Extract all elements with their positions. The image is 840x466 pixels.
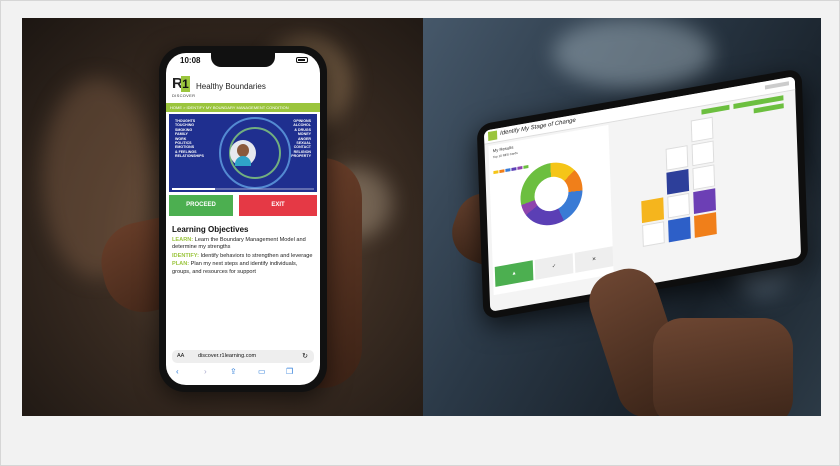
status-time: 10:08 <box>180 56 201 65</box>
results-panel: My Results Top 10 RES Cards ▲ ✓ ✕ <box>488 124 614 296</box>
panel-button-primary[interactable]: ▲ <box>494 260 534 287</box>
bokeh-window <box>553 18 713 88</box>
video-words-right: OPINIONS ALCOHOL & DRUGS MONEY ANGER SEX… <box>291 119 311 159</box>
tabs-icon[interactable]: ❐ <box>286 367 293 376</box>
app-header: R1 DISCOVER Healthy Boundaries <box>166 73 320 103</box>
phone-screen: 10:08 R1 DISCOVER Healthy Boundaries HOM… <box>166 53 320 385</box>
right-hand <box>653 318 793 416</box>
card[interactable] <box>641 197 664 224</box>
text-size-button[interactable]: AA <box>177 353 184 359</box>
url-text: discover.r1learning.com <box>198 353 257 359</box>
check-button[interactable]: ✓ <box>534 253 574 280</box>
breadcrumb[interactable]: HOME > IDENTIFY MY BOUNDARY MANAGEMENT C… <box>166 103 320 112</box>
objective-item: PLAN: Plan my next steps and identify in… <box>172 261 298 275</box>
safari-toolbar: ‹ › ⇪ ▭ ❐ <box>166 367 320 379</box>
card[interactable] <box>692 164 716 191</box>
app-title: Healthy Boundaries <box>196 82 266 91</box>
card[interactable] <box>667 192 690 219</box>
card[interactable] <box>690 116 714 143</box>
reload-icon[interactable]: ↻ <box>302 352 308 360</box>
address-bar[interactable]: AA discover.r1learning.com ↻ <box>172 350 314 363</box>
tablet-photo: Identify My Stage of Change My Results T… <box>423 18 821 416</box>
card[interactable] <box>642 221 665 247</box>
r1-logo <box>487 130 498 142</box>
card[interactable] <box>694 212 717 238</box>
menu-icon[interactable] <box>764 81 790 90</box>
phone-photo: 10:08 R1 DISCOVER Healthy Boundaries HOM… <box>22 18 423 416</box>
objective-item: LEARN: Learn the Boundary Management Mod… <box>172 237 306 251</box>
panel-buttons: ▲ ✓ ✕ <box>493 246 614 287</box>
r1-logo: R1 DISCOVER <box>172 75 196 99</box>
status-bar: 10:08 <box>180 56 308 68</box>
learning-objectives: Learning Objectives LEARN: Learn the Bou… <box>172 225 314 277</box>
forward-icon[interactable]: › <box>204 367 207 376</box>
share-icon[interactable]: ⇪ <box>230 367 237 376</box>
card[interactable] <box>693 188 716 214</box>
action-buttons: PROCEED EXIT <box>169 195 317 216</box>
image-frame: 10:08 R1 DISCOVER Healthy Boundaries HOM… <box>0 0 840 466</box>
donut-chart <box>519 157 584 231</box>
tablet-button[interactable] <box>701 104 730 115</box>
smartphone: 10:08 R1 DISCOVER Healthy Boundaries HOM… <box>159 46 327 392</box>
card[interactable] <box>666 168 690 195</box>
back-icon[interactable]: ‹ <box>176 367 179 376</box>
card[interactable] <box>668 216 691 243</box>
person-avatar <box>230 140 256 166</box>
battery-icon <box>288 57 308 64</box>
close-button[interactable]: ✕ <box>574 246 614 273</box>
card[interactable] <box>665 145 689 171</box>
video-words-left: THOUGHTS TOUCHING SMOKING FAMILY WORK PO… <box>175 119 204 159</box>
objective-item: IDENTIFY: Identify behaviors to strength… <box>172 252 313 259</box>
exit-button[interactable]: EXIT <box>239 195 317 216</box>
video-progress-bar[interactable] <box>172 188 314 190</box>
card-grid <box>635 104 790 270</box>
proceed-button[interactable]: PROCEED <box>169 195 233 216</box>
objectives-heading: Learning Objectives <box>172 225 249 234</box>
card[interactable] <box>691 140 715 167</box>
video-player[interactable]: THOUGHTS TOUCHING SMOKING FAMILY WORK PO… <box>169 114 317 192</box>
bookmarks-icon[interactable]: ▭ <box>258 367 266 376</box>
